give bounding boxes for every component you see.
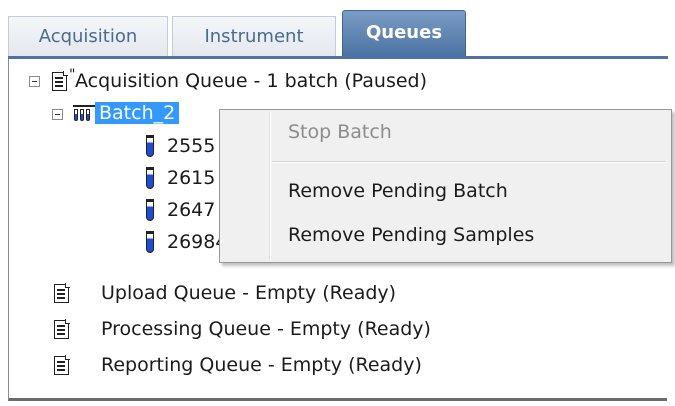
remove-pending-batch-menu-item[interactable]: Remove Pending Batch — [288, 174, 508, 208]
acquisition-queue-label: Acquisition Queue - 1 batch (Paused) — [75, 70, 428, 92]
queue-marker-icon: " — [69, 67, 76, 83]
sample-node[interactable]: 2555 — [167, 130, 215, 162]
document-icon — [54, 283, 70, 303]
sample-tube-icon — [146, 135, 154, 157]
processing-queue-node[interactable]: Processing Queue - Empty (Ready) — [101, 313, 431, 345]
sample-rack-icon — [73, 103, 95, 121]
tab-queues[interactable]: Queues — [342, 10, 466, 56]
sample-node[interactable]: 2615 — [167, 162, 215, 194]
sample-tube-icon — [146, 167, 154, 189]
tab-bar: Acquisition Instrument Queues — [8, 8, 668, 56]
collapse-batch-icon[interactable] — [52, 109, 63, 120]
batch-node[interactable]: Batch_2 — [95, 98, 180, 128]
upload-queue-node[interactable]: Upload Queue - Empty (Ready) — [101, 277, 396, 309]
acquisition-queue-node[interactable]: " Acquisition Queue - 1 batch (Paused) — [69, 65, 428, 97]
document-icon — [54, 319, 70, 339]
sample-tube-icon — [146, 231, 154, 253]
menu-separator — [272, 161, 665, 163]
menu-gutter — [269, 112, 271, 260]
sample-label: 2555 — [167, 135, 216, 157]
sample-label: 2647 — [167, 199, 216, 221]
sample-tube-icon — [146, 199, 154, 221]
batch-label: Batch_2 — [95, 102, 180, 124]
sample-node[interactable]: 2647 — [167, 194, 215, 226]
reporting-queue-node[interactable]: Reporting Queue - Empty (Ready) — [101, 349, 422, 381]
document-icon — [54, 355, 70, 375]
remove-pending-samples-menu-item[interactable]: Remove Pending Samples — [288, 218, 534, 252]
context-menu: Stop Batch Remove Pending Batch Remove P… — [219, 109, 672, 263]
stop-batch-menu-item: Stop Batch — [288, 121, 392, 143]
tab-acquisition[interactable]: Acquisition — [8, 16, 168, 56]
tab-instrument[interactable]: Instrument — [172, 16, 336, 56]
collapse-acquisition-queue-icon[interactable] — [29, 76, 40, 87]
document-icon — [52, 71, 68, 91]
sample-label: 2615 — [167, 167, 216, 189]
